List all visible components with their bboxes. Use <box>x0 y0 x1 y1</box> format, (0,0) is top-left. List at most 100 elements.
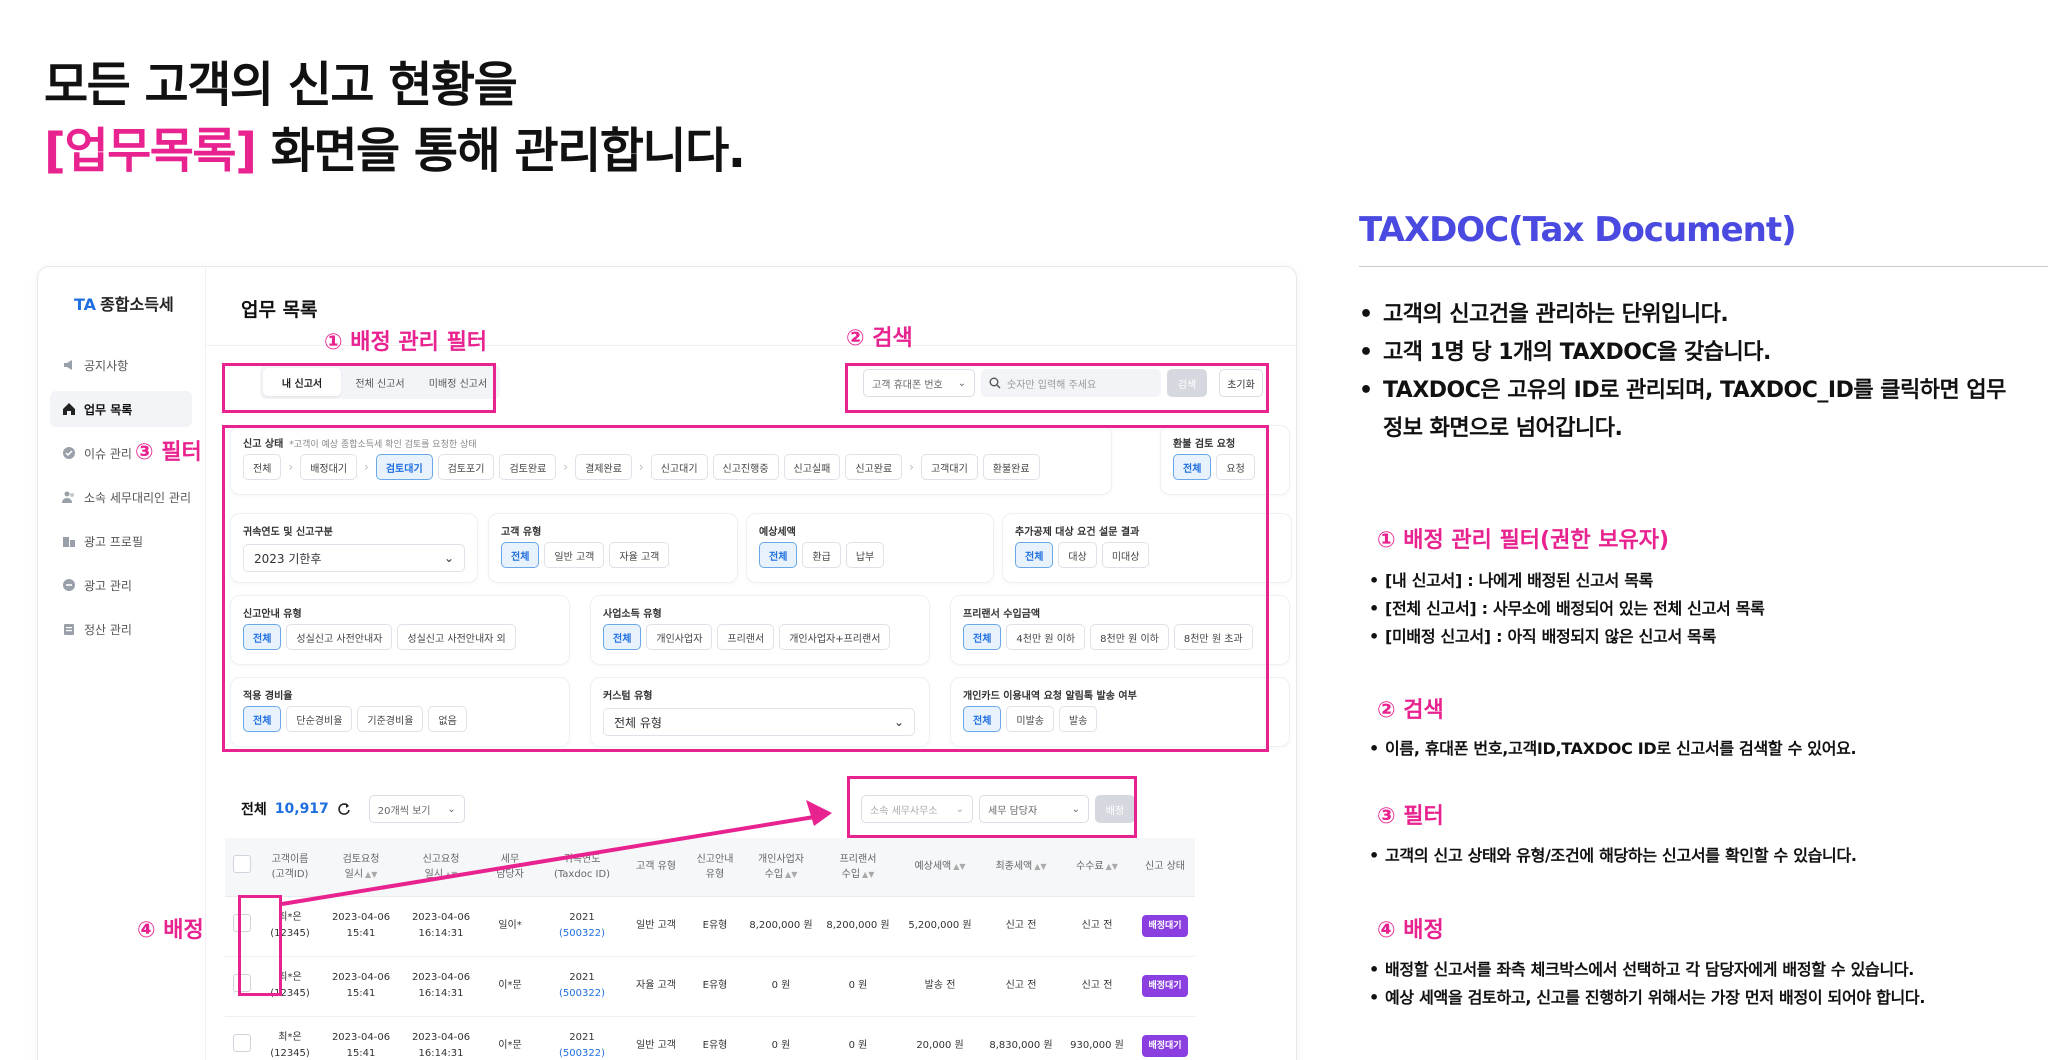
annotation-box-search <box>845 363 1269 413</box>
cell-guide-type: E유형 <box>687 956 743 1017</box>
header-final-tax[interactable]: 최종세액 ▲▼ <box>983 838 1059 897</box>
section-item: [미배정 신고서] : 아직 배정되지 않은 신고서 목록 <box>1369 623 1765 651</box>
sidebar-item-settlement[interactable]: 정산 관리 <box>50 611 192 647</box>
select-all-checkbox[interactable] <box>233 855 251 874</box>
annotation-box-checkbox <box>238 895 282 996</box>
section-list-filter: 고객의 신고 상태와 유형/조건에 해당하는 신고서를 확인할 수 있습니다. <box>1369 842 1857 870</box>
page-size-select[interactable]: 20개씩 보기 ⌄ <box>368 795 465 823</box>
taxdoc-id-link[interactable]: (500322) <box>541 986 623 1002</box>
annotation-box-assign-bar <box>847 776 1137 838</box>
header-report-date[interactable]: 신고요청 일시 ▲▼ <box>401 838 481 897</box>
megaphone-icon <box>64 360 72 370</box>
section-title-assign-filter: ① 배정 관리 필터(권한 보유자) <box>1377 528 1670 553</box>
section-title-search: ② 검색 <box>1377 698 1444 723</box>
annotation-label-filter: ③ 필터 <box>135 440 202 465</box>
cell-expected-tax: 20,000 원 <box>897 1016 983 1060</box>
row-checkbox-cell <box>225 1016 259 1060</box>
section-list-assign-filter: [내 신고서] : 나에게 배정된 신고서 목록 [전체 신고서] : 사무소에… <box>1369 567 1765 651</box>
table-row[interactable]: 최*은 (12345) 2023-04-06 15:41 2023-04-06 16:… <box>225 1016 1195 1060</box>
panel-bullet: 고객의 신고건을 관리하는 단위입니다. <box>1359 296 2009 334</box>
cell-customer-type: 일반 고객 <box>625 1016 687 1060</box>
report-time: 16:14:31 <box>418 1048 464 1059</box>
minus-circle-icon <box>63 579 75 591</box>
sidebar-item-notice[interactable]: 공지사항 <box>50 347 192 383</box>
header-expected-tax[interactable]: 예상세액 ▲▼ <box>897 838 983 897</box>
cell-status: 배정대기 <box>1135 956 1195 1017</box>
table-row[interactable]: 최*은 (12345) 2023-04-06 15:41 2023-04-06 16:… <box>225 896 1195 957</box>
review-date: 2023-04-06 <box>331 972 391 983</box>
taxdoc-id-link[interactable]: (500322) <box>541 1046 623 1060</box>
sort-icon: ▲▼ <box>785 869 798 879</box>
header-biz-income[interactable]: 개인사업자 수입 ▲▼ <box>743 838 819 897</box>
cell-year: 2021 (500322) <box>539 1016 625 1060</box>
header-checkbox-cell <box>225 838 259 897</box>
cell-report-date: 2023-04-06 16:14:31 <box>401 1016 481 1060</box>
cell-free-income: 8,200,000 원 <box>819 896 897 957</box>
sidebar-item-ad-profile[interactable]: 광고 프로필 <box>50 523 192 559</box>
review-time: 15:41 <box>346 1048 376 1059</box>
refresh-icon[interactable] <box>337 802 351 816</box>
section-title-filter: ③ 필터 <box>1377 804 1444 829</box>
table-row[interactable]: 최*은 (12345) 2023-04-06 15:41 2023-04-06 16:… <box>225 956 1195 1017</box>
annotation-label-search: ② 검색 <box>846 326 913 351</box>
review-time: 15:41 <box>346 988 376 999</box>
check-circle-icon <box>63 447 75 459</box>
header-label: 최종세액 <box>995 861 1033 873</box>
cell-fee: 신고 전 <box>1059 956 1135 1017</box>
clipboard-icon <box>64 624 74 635</box>
header-status: 신고 상태 <box>1135 838 1195 897</box>
sidebar-item-task-list[interactable]: 업무 목록 <box>50 391 192 427</box>
sidebar-item-agents[interactable]: 소속 세무대리인 관리 <box>50 479 192 515</box>
header-customer-type: 고객 유형 <box>625 838 687 897</box>
panel-bullet: TAXDOC은 고유의 ID로 관리되며, TAXDOC_ID를 클릭하면 업무… <box>1359 372 2009 448</box>
customer-id: (12345) <box>270 1048 310 1059</box>
logo[interactable]: TA 종합소득세 <box>74 291 174 315</box>
header-label: 수수료 <box>1076 861 1104 873</box>
annotation-box-assign-filter <box>222 363 496 413</box>
page-size-value: 20개씩 보기 <box>377 805 431 817</box>
cell-guide-type: E유형 <box>687 1016 743 1060</box>
annotation-box-filter <box>222 425 1269 752</box>
cell-year: 2021 (500322) <box>539 956 625 1017</box>
row-checkbox[interactable] <box>233 1034 251 1052</box>
users-icon <box>62 491 74 503</box>
sort-icon: ▲▼ <box>365 869 378 879</box>
cell-year: 2021 (500322) <box>539 896 625 957</box>
header-review-date[interactable]: 검토요청 일시 ▲▼ <box>321 838 401 897</box>
cell-review-date: 2023-04-06 15:41 <box>321 1016 401 1060</box>
status-badge: 배정대기 <box>1142 915 1188 937</box>
logo-mark: TA <box>74 295 97 314</box>
header-fee[interactable]: 수수료 ▲▼ <box>1059 838 1135 897</box>
taxdoc-id-link[interactable]: (500322) <box>541 926 623 942</box>
cell-report-date: 2023-04-06 16:14:31 <box>401 896 481 957</box>
chevron-down-icon: ⌄ <box>447 803 456 815</box>
section-item: 예상 세액을 검토하고, 신고를 진행하기 위해서는 가장 먼저 배정이 되어야… <box>1369 984 1925 1012</box>
cell-status: 배정대기 <box>1135 896 1195 957</box>
report-time: 16:14:31 <box>418 928 464 939</box>
report-date: 2023-04-06 <box>411 972 471 983</box>
headline-highlight: [업무목록] <box>44 123 257 179</box>
total-row: 전체 10,917 20개씩 보기 ⌄ <box>241 795 465 823</box>
sidebar-item-label: 광고 프로필 <box>84 534 144 549</box>
review-time: 15:41 <box>346 928 376 939</box>
annotation-label-assign: ④ 배정 <box>137 918 204 943</box>
cell-final-tax: 신고 전 <box>983 896 1059 957</box>
report-date: 2023-04-06 <box>411 1032 471 1043</box>
sidebar-item-ad-manage[interactable]: 광고 관리 <box>50 567 192 603</box>
review-date: 2023-04-06 <box>331 1032 391 1043</box>
sidebar-item-label: 이슈 관리 <box>84 446 132 461</box>
home-icon <box>63 403 75 415</box>
report-date: 2023-04-06 <box>411 912 471 923</box>
review-date: 2023-04-06 <box>331 912 391 923</box>
cell-biz-income: 0 원 <box>743 956 819 1017</box>
annotation-label-assign-filter: ① 배정 관리 필터 <box>324 330 488 355</box>
panel-divider <box>1359 266 2048 267</box>
panel-bullet: 고객 1명 당 1개의 TAXDOC을 갖습니다. <box>1359 334 2009 372</box>
panel-bullets: 고객의 신고건을 관리하는 단위입니다. 고객 1명 당 1개의 TAXDOC을… <box>1359 296 2009 448</box>
sort-icon: ▲▼ <box>1105 862 1118 872</box>
headline-line-2: [업무목록] 화면을 통해 관리합니다. <box>44 118 746 184</box>
header-free-income[interactable]: 프리랜서 수입 ▲▼ <box>819 838 897 897</box>
logo-text: 종합소득세 <box>100 295 174 314</box>
cell-expected-tax: 5,200,000 원 <box>897 896 983 957</box>
cell-status: 배정대기 <box>1135 1016 1195 1060</box>
